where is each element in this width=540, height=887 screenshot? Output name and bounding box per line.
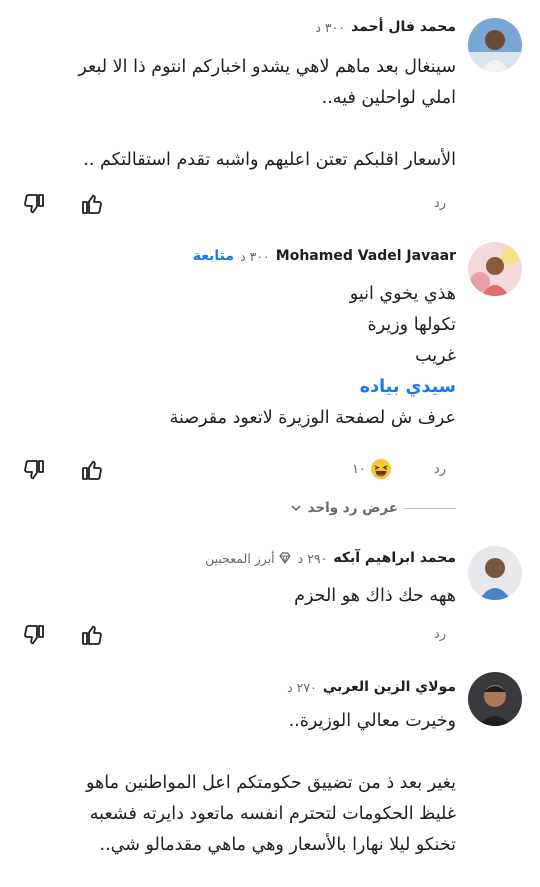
like-icon[interactable] (80, 192, 104, 216)
comment-text: ههه حك ذاك هو الحزم (294, 581, 456, 612)
avatar[interactable] (468, 546, 522, 600)
comment-line: تخنكو ليلا نهارا بالأسعار وهي ماهي مقدما… (99, 835, 456, 855)
comment-author[interactable]: مولاي الزين العربي (323, 679, 456, 695)
laughing-emoji-icon (370, 458, 392, 480)
comment-line: الأسعار اقلبكم تعتن اعليهم واشبه تقدم اس… (83, 150, 456, 170)
view-replies-label: عرض رد واحد (307, 500, 398, 516)
comment-time: ٢٩٠ د (297, 550, 328, 566)
comment-line: وخيرت معالي الوزيرة.. (288, 711, 456, 731)
comment-actions: رد (0, 192, 540, 218)
dislike-icon[interactable] (22, 458, 46, 482)
comment-line: ههه حك ذاك هو الحزم (294, 586, 456, 606)
comment-line: غليظ الحكومات لتحترم انفسه ماتعود دايرته… (89, 804, 456, 824)
comment-actions: رد ١٠ (0, 458, 540, 484)
reaction-count: ١٠ (352, 461, 366, 477)
badge-label: أبرز المعجبين (205, 550, 275, 566)
chevron-down-icon (290, 505, 301, 512)
comment-header: Mohamed Vadel Javaar ٣٠٠ د متابعة (193, 245, 456, 267)
comment-time: ٣٠٠ د (315, 19, 346, 35)
reply-button[interactable]: رد (434, 196, 446, 211)
thread-line (404, 507, 456, 509)
dislike-icon[interactable] (22, 192, 46, 216)
view-replies-link[interactable]: عرض رد واحد (290, 500, 456, 516)
like-icon[interactable] (80, 458, 104, 482)
comment-line: هذي يخوي انيو (349, 284, 456, 304)
comment-line: يغير بعد ذ من تضييق حكومتكم اعل المواطني… (86, 773, 456, 793)
comment-author[interactable]: Mohamed Vadel Javaar (276, 248, 456, 264)
avatar[interactable] (468, 672, 522, 726)
reply-button[interactable]: رد (434, 462, 446, 477)
reply-button[interactable]: رد (434, 627, 446, 642)
comment-header: مولاي الزين العربي ٢٧٠ د (287, 676, 456, 698)
dislike-icon[interactable] (22, 623, 46, 647)
comment-author[interactable]: محمد ابراهيم آبكه (333, 550, 456, 566)
comment-actions: رد (0, 623, 540, 649)
avatar[interactable] (468, 242, 522, 296)
comment-blank-line (86, 737, 456, 768)
reaction-summary[interactable]: ١٠ (352, 458, 392, 480)
mention-link[interactable]: سيدي بياده (170, 372, 456, 403)
top-fan-diamond-icon (278, 552, 291, 565)
comment-author[interactable]: محمد فال أحمد (351, 19, 456, 35)
comment-header: محمد ابراهيم آبكه ٢٩٠ د أبرز المعجبين (205, 547, 456, 569)
comment-time: ٢٧٠ د (287, 679, 317, 695)
comment-line: املي لواحلين فيه.. (321, 88, 456, 108)
comment-text: وخيرت معالي الوزيرة.. يغير بعد ذ من تضيي… (86, 706, 456, 861)
avatar[interactable] (468, 18, 522, 72)
follow-button[interactable]: متابعة (193, 248, 234, 264)
comment-line: غريب (415, 346, 456, 366)
comment-blank-line (78, 114, 456, 145)
top-fan-badge: أبرز المعجبين (205, 551, 292, 566)
comment-header: محمد فال أحمد ٣٠٠ د (315, 16, 456, 38)
comment-text: سينغال بعد ماهم لاهي يشدو اخباركم انتوم … (78, 52, 456, 176)
like-icon[interactable] (80, 623, 104, 647)
comment-line: عرف ش لصفحة الوزيرة لاتعود مقرصنة (169, 408, 456, 428)
comment-time: ٣٠٠ د (240, 248, 270, 264)
comment-line: تكولها وزيرة (367, 315, 456, 335)
comment-line: سينغال بعد ماهم لاهي يشدو اخباركم انتوم … (78, 57, 456, 77)
comment-text: هذي يخوي انيو تكولها وزيرة غريب سيدي بيا… (170, 279, 456, 434)
